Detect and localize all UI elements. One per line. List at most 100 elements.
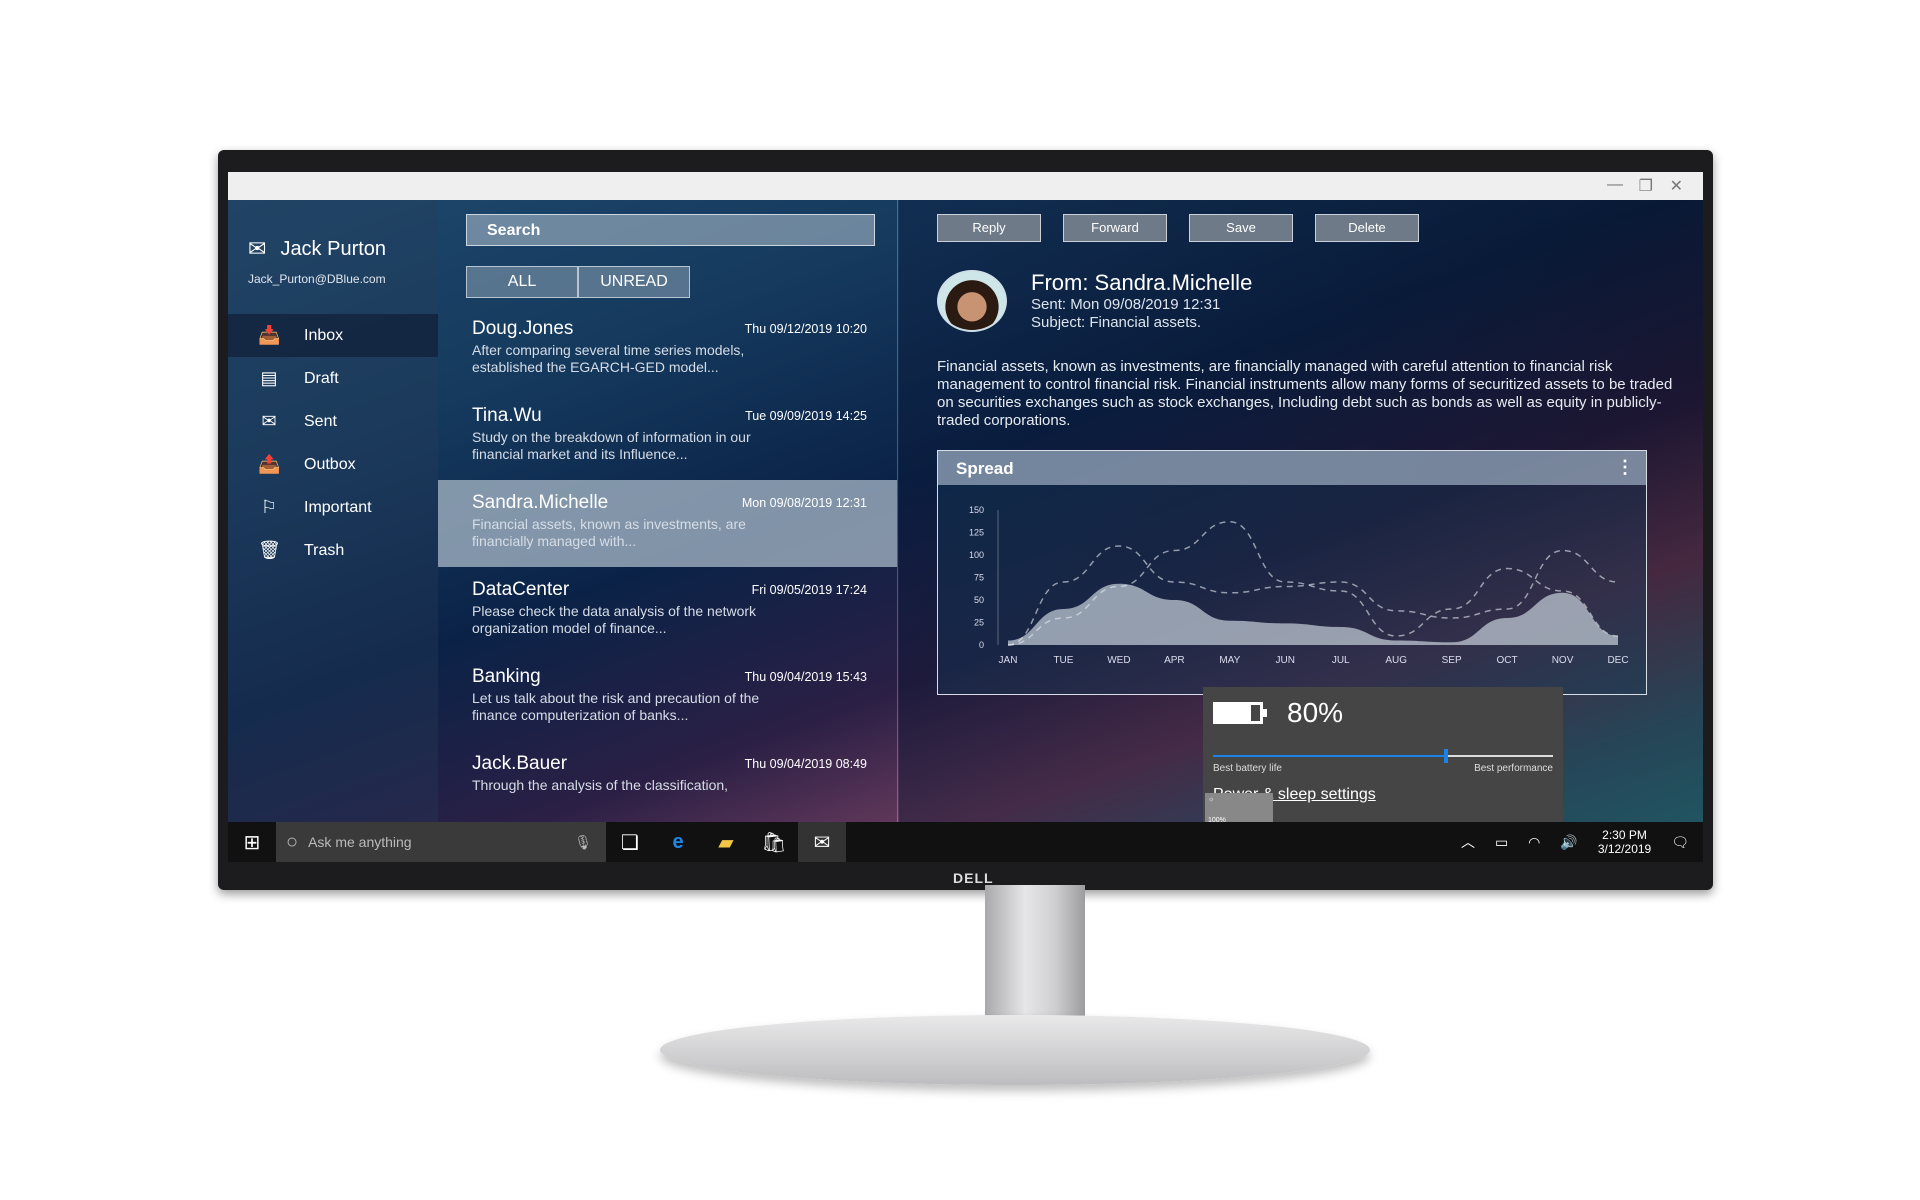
subject: Subject: Financial assets. [1031, 314, 1202, 331]
sender: From: Sandra.Michelle [1031, 270, 1253, 295]
mail-list-item[interactable]: Sandra.Michelle Mon 09/08/2019 12:31 Finan… [438, 480, 897, 567]
account-email: Jack_Purton@DBlue.com [248, 272, 386, 286]
save-button[interactable]: Save [1189, 214, 1293, 242]
search-input[interactable]: Search [466, 214, 875, 246]
sent-date: Sent: Mon 09/08/2019 12:31 [1031, 296, 1221, 313]
action-center-icon[interactable]: 🗨 [1671, 834, 1689, 851]
mail-date: Thu 09/12/2019 10:20 [744, 322, 867, 336]
forward-button[interactable]: Forward [1063, 214, 1167, 242]
battery-icon [1213, 702, 1267, 724]
sender-avatar [937, 270, 1007, 332]
stand-neck [985, 885, 1085, 1035]
edge-icon[interactable]: e [654, 822, 702, 862]
y-tick-label: 100 [969, 550, 984, 560]
mail-preview: Through the analysis of the classificati… [472, 777, 729, 793]
close-button[interactable]: ✕ [1670, 176, 1683, 196]
chart-plot: 0 25 50 75 100 125 150 JAN TUE WED APR MAY JUN JUL AUG… [969, 505, 1629, 666]
slider-thumb[interactable] [1444, 749, 1449, 763]
x-tick-label: JUN [1276, 655, 1295, 666]
clock[interactable]: 2:30 PM 3/12/2019 [1598, 828, 1651, 856]
taskbar-search-placeholder: Ask me anything [308, 834, 412, 850]
draft-icon: ▤ [260, 368, 278, 388]
file-explorer-icon[interactable]: ▰ [702, 822, 750, 862]
mail-date: Tue 09/09/2019 14:25 [745, 409, 867, 423]
filter-unread[interactable]: UNREAD [578, 266, 690, 298]
microphone-icon[interactable]: 🎙 [574, 834, 592, 851]
flag-icon: ⚐ [260, 497, 278, 517]
x-tick-label: JUL [1332, 655, 1350, 666]
brightness-icon: ☼ [1208, 796, 1215, 803]
stand-base [660, 1015, 1370, 1085]
chevron-up-icon[interactable]: ︿ [1461, 832, 1475, 852]
x-tick-label: APR [1164, 655, 1185, 666]
sidebar-item-draft[interactable]: ▤ Draft [228, 357, 438, 400]
dell-logo: DELL [953, 870, 994, 886]
mail-app-icon[interactable]: ✉ [798, 822, 846, 862]
x-tick-label: TUE [1053, 655, 1073, 666]
mail-preview: Financial assets, known as investments, … [472, 516, 746, 549]
message-body: Financial assets, known as investments, … [937, 358, 1673, 429]
x-tick-label: JAN [999, 655, 1018, 666]
cortana-icon: ○ [286, 830, 299, 853]
account-name: Jack Purton [280, 237, 387, 260]
battery-percent: 80% [1287, 697, 1344, 728]
spread-chart: Spread ⋮ 0 25 50 75 100 125 150 JAN TUE WED APR MAY J… [937, 450, 1647, 695]
sidebar-item-important[interactable]: ⚐ Important [228, 486, 438, 529]
mail-preview: After comparing several time series mode… [472, 342, 745, 375]
mail-list-item[interactable]: Jack.Bauer Thu 09/04/2019 08:49 Through th… [438, 741, 897, 828]
wifi-icon[interactable]: ◠ [1528, 834, 1540, 851]
mail-date: Fri 09/05/2019 17:24 [751, 583, 867, 597]
sidebar-item-label: Important [304, 498, 372, 516]
task-view-icon[interactable]: ❏ [606, 822, 654, 862]
x-tick-label: OCT [1497, 655, 1518, 666]
account: ✉ Jack Purton Jack_Purton@DBlue.com [228, 200, 438, 286]
sidebar-item-sent[interactable]: ✉ Sent [228, 400, 438, 443]
mail-date: Thu 09/04/2019 08:49 [744, 757, 867, 771]
sidebar-item-trash[interactable]: 🗑 Trash [228, 529, 438, 572]
sidebar-item-label: Outbox [304, 455, 356, 473]
sidebar-item-label: Sent [304, 412, 337, 430]
sidebar-item-inbox[interactable]: 📥 Inbox [228, 314, 438, 357]
filter-all[interactable]: ALL [466, 266, 578, 298]
store-icon[interactable]: 🛍 [750, 822, 798, 862]
mail-list-item[interactable]: Banking Thu 09/04/2019 15:43 Let us talk a… [438, 654, 897, 741]
date: 3/12/2019 [1597, 842, 1652, 856]
mail-preview: Study on the breakdown of information in… [472, 429, 751, 462]
inbox-icon: 📥 [258, 325, 281, 345]
y-tick-label: 0 [979, 640, 984, 650]
mail-list-pane: Search ALL UNREAD Doug.Jones Thu 09/12/20… [438, 200, 898, 822]
windows-start-icon[interactable]: ⊞ [228, 822, 276, 862]
minimize-button[interactable]: — [1607, 176, 1623, 194]
sent-icon: ✉ [261, 411, 277, 431]
performance-label: Best performance [1474, 763, 1553, 774]
trash-icon: 🗑 [258, 540, 281, 560]
x-tick-label: DEC [1607, 655, 1628, 666]
more-icon[interactable]: ⋮ [1616, 457, 1634, 478]
restore-button[interactable]: ❐ [1639, 176, 1653, 196]
taskbar: ⊞ ○ Ask me anything 🎙 ❏ e ▰ 🛍 ✉ ︿ ▭ ◠ 🔊 2:… [228, 822, 1703, 862]
mail-list-item[interactable]: DataCenter Fri 09/05/2019 17:24 Please che… [438, 567, 897, 654]
x-tick-label: MAY [1219, 655, 1240, 666]
volume-icon[interactable]: 🔊 [1560, 834, 1577, 851]
x-tick-label: NOV [1552, 655, 1574, 666]
mail-preview: Let us talk about the risk and precautio… [472, 690, 760, 723]
sidebar-item-label: Trash [304, 541, 345, 559]
taskbar-search[interactable]: ○ Ask me anything 🎙 [276, 822, 606, 862]
sidebar-item-outbox[interactable]: 📤 Outbox [228, 443, 438, 486]
battery-tray-icon[interactable]: ▭ [1495, 834, 1508, 851]
title-bar: — ❐ ✕ [228, 172, 1703, 200]
delete-button[interactable]: Delete [1315, 214, 1419, 242]
sidebar: ✉ Jack Purton Jack_Purton@DBlue.com 📥 Inbo… [228, 200, 438, 822]
battery-flyout: 80% Best battery life Best performance Po… [1203, 687, 1563, 837]
sidebar-item-label: Draft [304, 369, 339, 387]
monitor: — ❐ ✕ ✉ Jack Purton Jack_Purton@DBlue.com… [218, 150, 1713, 890]
reply-button[interactable]: Reply [937, 214, 1041, 242]
power-mode-slider[interactable] [1213, 749, 1553, 763]
screen: — ❐ ✕ ✉ Jack Purton Jack_Purton@DBlue.com… [228, 172, 1703, 862]
mail-list-item[interactable]: Doug.Jones Thu 09/12/2019 10:20 After comp… [438, 306, 897, 393]
chart-title: Spread [956, 459, 1014, 478]
mail-date: Thu 09/04/2019 15:43 [744, 670, 867, 684]
battery-life-label: Best battery life [1213, 763, 1282, 774]
y-tick-label: 125 [969, 528, 984, 538]
mail-list-item[interactable]: Tina.Wu Tue 09/09/2019 14:25 Study on the … [438, 393, 897, 480]
